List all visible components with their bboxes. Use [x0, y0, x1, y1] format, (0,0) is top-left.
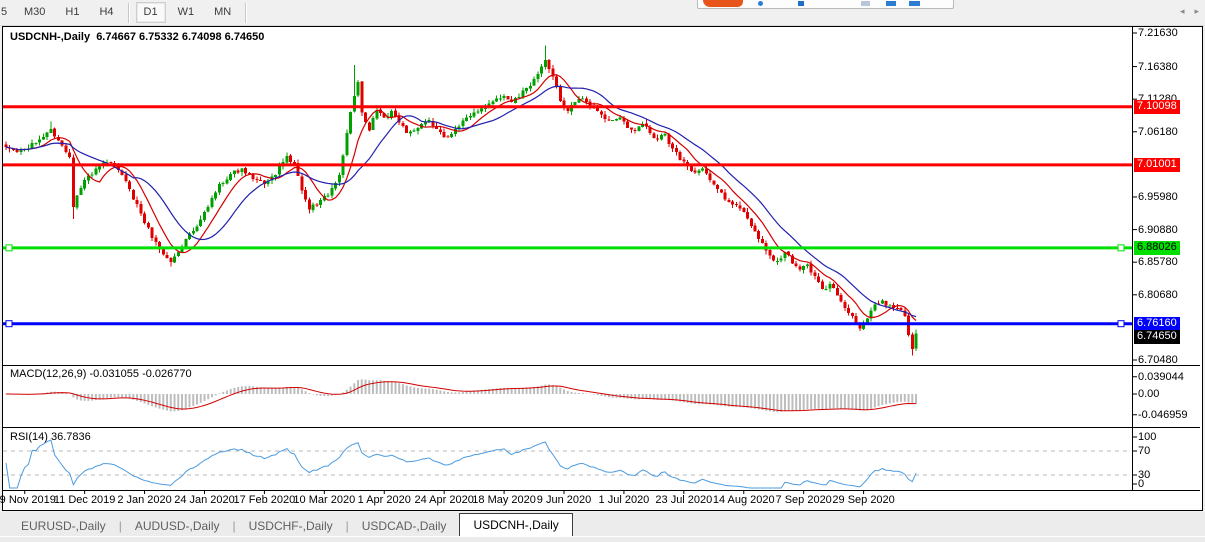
timeframe-button-5[interactable]: 5 [0, 2, 12, 23]
date-tick-label: 24 Apr 2020 [414, 494, 473, 506]
date-tick-label: 17 Feb 2020 [234, 494, 296, 506]
macd-indicator-label: MACD(12,26,9) -0.031055 -0.026770 [10, 368, 192, 380]
chart-tab-bar: EURUSD-,Daily|AUDUSD-,Daily|USDCHF-,Dail… [0, 512, 1205, 536]
status-strip [0, 536, 1205, 542]
date-tick-label: 19 Nov 2019 [0, 494, 56, 506]
price-tick-label: 6.85780 [1138, 256, 1178, 269]
tab-usdcad[interactable]: USDCAD-,Daily [349, 517, 460, 536]
price-tick-label: 6.70480 [1138, 354, 1178, 367]
timeframe-button-w1[interactable]: W1 [170, 2, 203, 23]
date-tick-label: 11 Dec 2019 [54, 494, 116, 506]
date-tick-label: 2 Jan 2020 [117, 494, 171, 506]
price-tick-label: 7.06180 [1138, 126, 1178, 139]
orange-logo-icon [703, 0, 743, 7]
rsi-tick-label: 0 [1138, 478, 1144, 491]
current-price-tag: 6.74650 [1134, 330, 1180, 344]
price-tick-label: 6.95980 [1138, 191, 1178, 204]
chart-window[interactable]: USDCNH-,Daily 6.74667 6.75332 6.74098 6.… [2, 26, 1203, 511]
timeframe-button-d1[interactable]: D1 [136, 2, 166, 23]
date-tick-label: 10 Mar 2020 [293, 494, 355, 506]
hline-price-tag: 6.76160 [1134, 317, 1180, 331]
timeframe-button-h4[interactable]: H4 [91, 2, 121, 23]
date-tick-label: 9 Jun 2020 [537, 494, 591, 506]
timeframe-toolbar: 5M30H1H4 D1W1MN [0, 0, 1205, 26]
tab-usdcnh[interactable]: USDCNH-,Daily [459, 513, 572, 536]
price-tick-label: 7.16380 [1138, 61, 1178, 74]
macd-tick-label: -0.046959 [1138, 409, 1188, 422]
date-tick-label: 1 Jul 2020 [599, 494, 650, 506]
date-tick-label: 7 Sep 2020 [776, 494, 832, 506]
tab-scroll-left-icon[interactable]: ◂ [1180, 6, 1185, 17]
toolbar-separator [128, 3, 130, 23]
tab-eurusd[interactable]: EURUSD-,Daily [8, 517, 119, 536]
price-tick-label: 6.90880 [1138, 224, 1178, 237]
timeframe-button-h1[interactable]: H1 [57, 2, 87, 23]
price-tick-label: 7.21630 [1138, 27, 1178, 40]
rsi-tick-label: 70 [1138, 445, 1150, 458]
chart-symbol-name: USDCNH-,Daily [10, 31, 90, 43]
partial-app-overlay [697, 0, 954, 9]
timeframe-button-mn[interactable]: MN [206, 2, 239, 23]
tab-audusd[interactable]: AUDUSD-,Daily [122, 517, 233, 536]
tab-usdchf[interactable]: USDCHF-,Daily [236, 517, 346, 536]
rsi-indicator-label: RSI(14) 36.7836 [10, 431, 91, 443]
hline-price-tag: 7.10098 [1134, 100, 1180, 114]
toolbar-separator [245, 3, 247, 23]
blue-dot-icon [758, 1, 763, 6]
timeframe-button-m30[interactable]: M30 [16, 2, 53, 23]
tab-scroll-right-icon[interactable]: ▸ [1194, 6, 1199, 17]
blue-bars-icon [909, 1, 920, 6]
chart-title: USDCNH-,Daily 6.74667 6.75332 6.74098 6.… [10, 31, 264, 43]
macd-tick-label: 0.00 [1138, 388, 1159, 401]
date-tick-label: 1 Apr 2020 [358, 494, 411, 506]
date-tick-label: 23 Jul 2020 [655, 494, 712, 506]
chart-ohlc-values: 6.74667 6.75332 6.74098 6.74650 [90, 31, 264, 43]
gray-doc-icon [861, 1, 870, 6]
rsi-tick-label: 100 [1138, 431, 1156, 444]
blue-doc-icon [798, 1, 804, 6]
hline-price-tag: 6.88026 [1134, 241, 1180, 255]
blue-grid-icon [886, 1, 896, 6]
price-tick-label: 6.80680 [1138, 289, 1178, 302]
macd-tick-label: 0.039044 [1138, 371, 1184, 384]
date-tick-label: 14 Aug 2020 [713, 494, 775, 506]
date-tick-label: 24 Jan 2020 [174, 494, 235, 506]
date-tick-label: 18 May 2020 [472, 494, 536, 506]
chart-canvas[interactable] [3, 27, 1200, 508]
date-tick-label: 29 Sep 2020 [832, 494, 894, 506]
hline-price-tag: 7.01001 [1134, 158, 1180, 172]
